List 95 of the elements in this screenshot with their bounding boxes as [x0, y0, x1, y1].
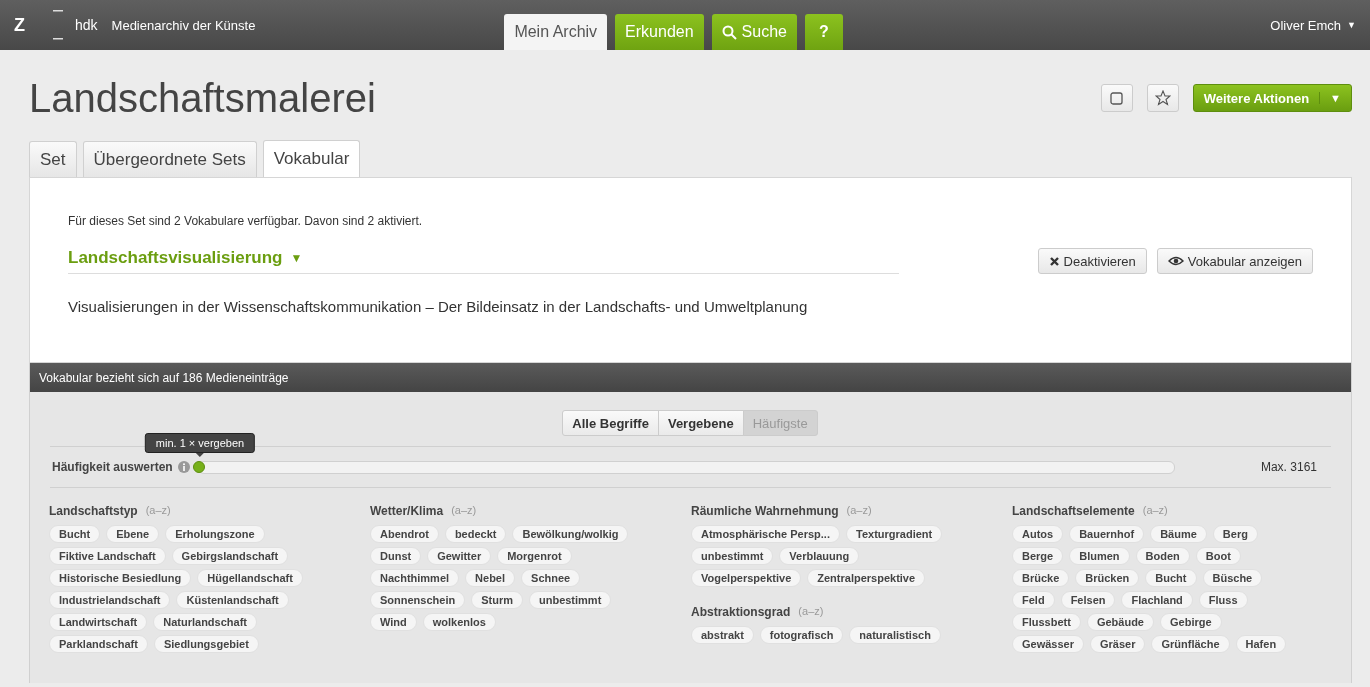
logo[interactable]: Z: [14, 14, 25, 36]
term-tag[interactable]: Naturlandschaft: [153, 613, 257, 631]
term-tag[interactable]: wolkenlos: [422, 613, 496, 631]
eye-icon: [1167, 255, 1184, 267]
sort-hint: (a–z): [846, 504, 872, 518]
group-title: Wetter/Klima: [370, 504, 444, 518]
term-tag[interactable]: Boden: [1135, 547, 1190, 565]
frequency-label: Häufigkeit auswerten: [52, 460, 173, 474]
term-tag[interactable]: Brücke: [1012, 569, 1070, 587]
term-tag[interactable]: Feld: [1012, 591, 1055, 609]
term-tag[interactable]: Gebäude: [1086, 613, 1154, 631]
term-tag[interactable]: Büsche: [1202, 569, 1263, 587]
term-tag[interactable]: Wind: [370, 613, 417, 631]
term-tag[interactable]: Gewässer: [1012, 635, 1084, 653]
term-tag[interactable]: Schnee: [521, 569, 581, 587]
brand-name: hdk: [75, 17, 98, 33]
info-icon: [177, 461, 190, 473]
term-tag[interactable]: Landwirtschaft: [49, 613, 148, 631]
term-tag[interactable]: Blumen: [1069, 547, 1130, 565]
view-vocabulary-button[interactable]: Vokabular anzeigen: [1156, 248, 1313, 274]
term-tag[interactable]: Bäume: [1150, 525, 1207, 543]
term-tag[interactable]: Sonnenschein: [370, 591, 466, 609]
user-menu[interactable]: Oliver Emch ▼: [1270, 17, 1356, 33]
term-tag[interactable]: bedeckt: [444, 525, 507, 543]
term-tag[interactable]: Gewitter: [427, 547, 492, 565]
sort-hint: (a–z): [451, 504, 477, 518]
tab[interactable]: Set: [29, 141, 77, 177]
term-tag[interactable]: Bewölkung/wolkig: [512, 525, 629, 543]
filter-tab[interactable]: Alle Begriffe: [562, 410, 659, 436]
term-tag[interactable]: unbestimmt: [528, 591, 612, 609]
sort-hint: (a–z): [798, 605, 824, 619]
tab[interactable]: Vokabular: [262, 140, 361, 177]
term-tag[interactable]: Nebel: [465, 569, 516, 587]
deactivate-button[interactable]: Deaktivieren: [1037, 248, 1147, 274]
term-tag[interactable]: Erholungszone: [165, 525, 265, 543]
sort-hint: (a–z): [145, 504, 171, 518]
filter-tab[interactable]: Vergebene: [657, 410, 744, 436]
term-tag[interactable]: Sturm: [471, 591, 523, 609]
group-title: Landschaftselemente: [1012, 504, 1135, 518]
term-tag[interactable]: Bauernhof: [1069, 525, 1145, 543]
term-tag[interactable]: Verblauung: [779, 547, 860, 565]
term-tag[interactable]: naturalistisch: [849, 626, 941, 644]
term-tag[interactable]: Parklandschaft: [49, 635, 148, 653]
term-tag[interactable]: Gebirge: [1160, 613, 1222, 631]
term-tag[interactable]: Hafen: [1235, 635, 1287, 653]
term-tag[interactable]: Hügellandschaft: [197, 569, 303, 587]
term-tag[interactable]: Gebirgslandschaft: [171, 547, 289, 565]
term-tag[interactable]: Berg: [1212, 525, 1258, 543]
term-tag[interactable]: unbestimmt: [691, 547, 774, 565]
term-tag[interactable]: Flachland: [1121, 591, 1193, 609]
sort-hint: (a–z): [1142, 504, 1168, 518]
term-tag[interactable]: Boot: [1195, 547, 1241, 565]
term-tag[interactable]: Gräser: [1090, 635, 1146, 653]
nav-tab[interactable]: Mein Archiv: [504, 14, 608, 50]
search-icon: [721, 24, 737, 40]
vocabulary-description: Visualisierungen in der Wissenschaftskommunikation – Der Bildeinsatz in der Landschafts- und Umweltplanung: [68, 298, 809, 315]
square-icon: [1110, 91, 1124, 105]
star-icon: [1154, 90, 1171, 106]
group-title: Landschaftstyp: [49, 504, 138, 518]
term-tag[interactable]: Bucht: [1145, 569, 1197, 587]
section-header: Vokabular bezieht sich auf 186 Medieneinträge: [30, 363, 1351, 392]
tab[interactable]: Übergeordnete Sets: [82, 141, 257, 177]
term-tag[interactable]: Zentralperspektive: [807, 569, 926, 587]
favorite-button[interactable]: [1146, 84, 1179, 112]
slider-thumb[interactable]: [192, 460, 205, 473]
site-title: Medienarchiv der Künste: [111, 17, 256, 33]
term-tag[interactable]: Felsen: [1060, 591, 1116, 609]
term-tag[interactable]: abstrakt: [691, 626, 754, 644]
vocabulary-summary: Für dieses Set sind 2 Vokabulare verfügbar. Davon sind 2 aktiviert.: [68, 214, 424, 228]
max-value: Max. 3161: [1260, 460, 1317, 474]
term-tag[interactable]: Historische Besiedlung: [49, 569, 192, 587]
term-tag[interactable]: Nachthimmel: [370, 569, 460, 587]
term-tag[interactable]: Flussbett: [1012, 613, 1081, 631]
term-tag[interactable]: Fluss: [1198, 591, 1248, 609]
term-tag[interactable]: Industrielandschaft: [49, 591, 171, 609]
term-tag[interactable]: Texturgradient: [846, 525, 943, 543]
term-tag[interactable]: Fiktive Landschaft: [49, 547, 166, 565]
term-tag[interactable]: Abendrot: [370, 525, 439, 543]
page-title: Landschaftsmalerei: [29, 75, 377, 121]
term-tag[interactable]: Berge: [1012, 547, 1064, 565]
term-tag[interactable]: Siedlungsgebiet: [153, 635, 259, 653]
term-tag[interactable]: fotografisch: [759, 626, 844, 644]
term-tag[interactable]: Brücken: [1075, 569, 1140, 587]
term-tag[interactable]: Grünfläche: [1151, 635, 1230, 653]
close-icon: [1048, 255, 1060, 267]
term-tag[interactable]: Atmosphärische Persp...: [691, 525, 840, 543]
group-title: Räumliche Wahrnehmung: [691, 504, 839, 518]
term-tag[interactable]: Küstenlandschaft: [176, 591, 289, 609]
term-tag[interactable]: Ebene: [106, 525, 160, 543]
term-tag[interactable]: Morgenrot: [497, 547, 572, 565]
term-tag[interactable]: Bucht: [49, 525, 101, 543]
term-tag[interactable]: Dunst: [370, 547, 422, 565]
group-title: Abstraktionsgrad: [691, 605, 791, 619]
term-tag[interactable]: Vogelperspektive: [691, 569, 802, 587]
term-tag[interactable]: Autos: [1012, 525, 1064, 543]
